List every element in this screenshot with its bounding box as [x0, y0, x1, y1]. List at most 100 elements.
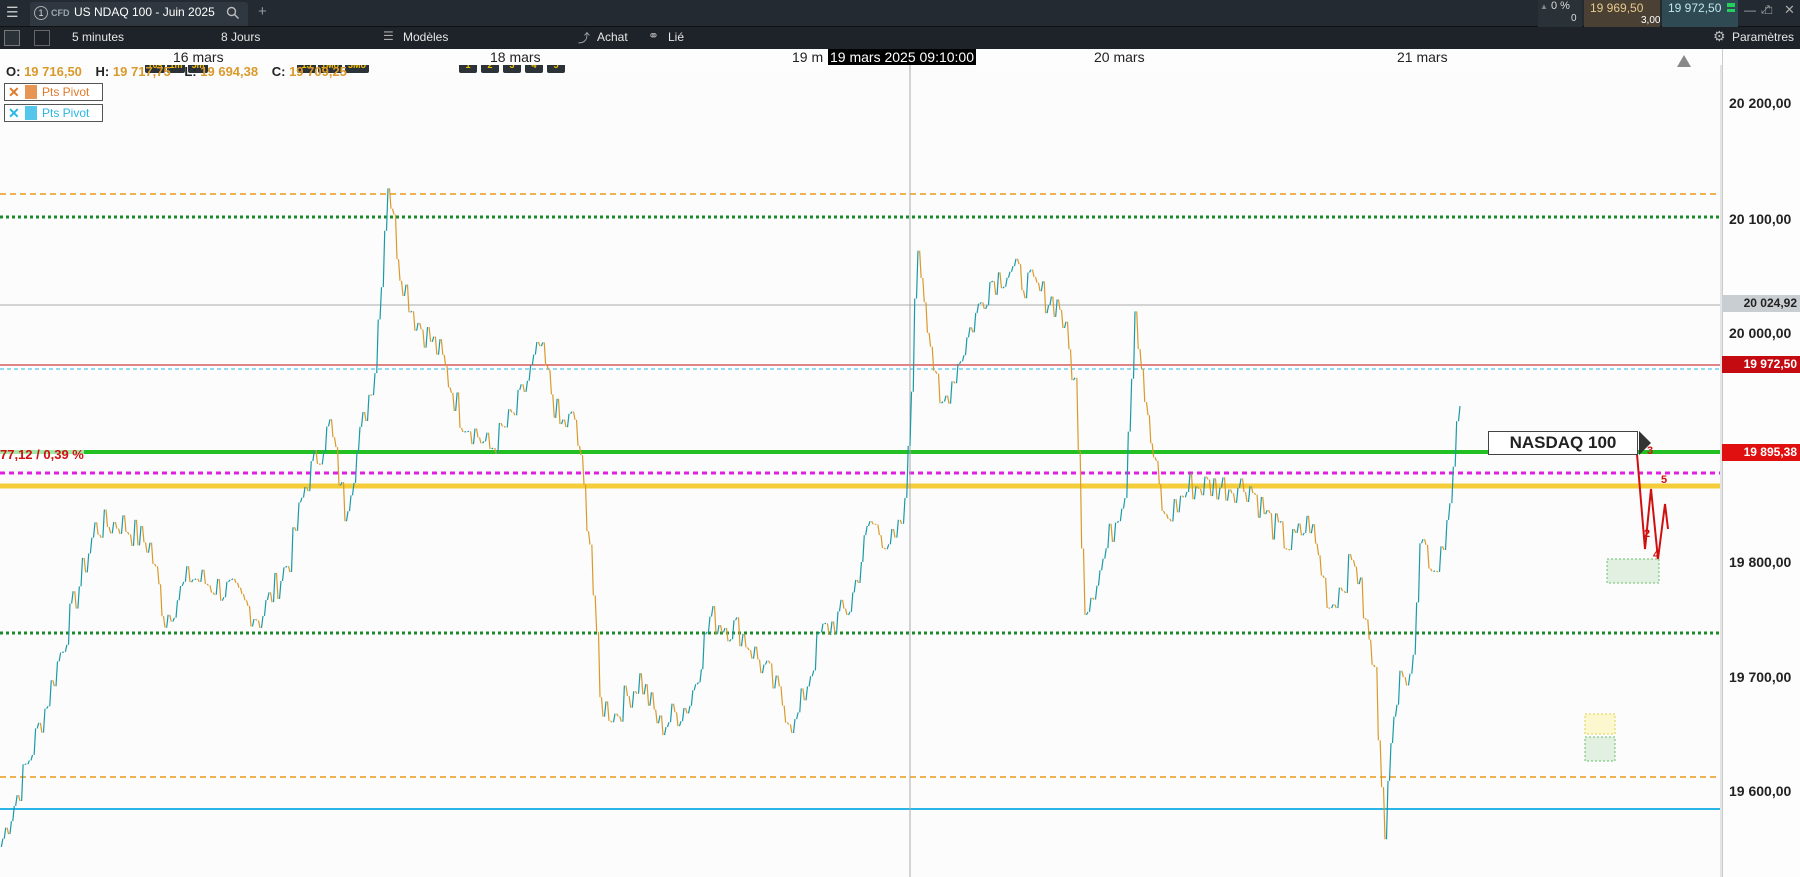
price-segment	[1139, 349, 1143, 369]
price-segment	[1092, 597, 1095, 600]
price-segment	[970, 327, 974, 333]
visibility-icon[interactable]	[25, 85, 37, 99]
price-segment	[808, 676, 812, 687]
hamburger-icon[interactable]: ☰	[6, 4, 19, 21]
remove-icon[interactable]: ✕	[8, 105, 20, 121]
price-segment	[996, 272, 1000, 295]
price-segment	[549, 370, 553, 395]
price-segment	[385, 188, 389, 231]
models-button[interactable]: Modèles	[403, 30, 448, 44]
price-tick: 20 200,00	[1729, 95, 1792, 111]
price-segment	[484, 432, 488, 442]
time-label: 21 mars	[1397, 49, 1448, 65]
price-chart[interactable]	[0, 49, 1800, 877]
price-segment	[987, 281, 991, 306]
price-segment	[15, 795, 18, 806]
price-segment	[1302, 532, 1305, 536]
price-segment	[1002, 286, 1005, 289]
settings-button[interactable]: Paramètres	[1732, 30, 1794, 44]
add-tab-button[interactable]: +	[258, 3, 267, 20]
price-segment	[1217, 487, 1221, 500]
search-icon[interactable]	[226, 6, 240, 20]
price-segment	[1296, 523, 1300, 533]
price-segment	[979, 301, 982, 305]
range-select[interactable]: 8 Jours	[221, 30, 260, 44]
models-icon[interactable]: ☰	[383, 29, 394, 43]
price-segment	[1202, 476, 1206, 496]
price-segment	[946, 395, 950, 404]
price-segment	[156, 566, 160, 585]
price-segment	[512, 412, 516, 416]
buy-icon[interactable]: ⤴	[578, 29, 590, 46]
price-segment	[1401, 670, 1404, 678]
gear-icon[interactable]: ⚙	[1713, 28, 1726, 45]
price-segment	[774, 675, 777, 689]
price-segment	[194, 578, 197, 581]
price-segment	[1322, 575, 1325, 579]
price-segment	[835, 611, 839, 634]
price-segment	[257, 620, 261, 629]
status-indicator-2	[1727, 9, 1735, 12]
price-segment	[1346, 554, 1350, 593]
price-segment	[455, 392, 458, 411]
price-segment	[77, 586, 80, 609]
price-segment	[660, 715, 664, 736]
price-segment	[749, 649, 753, 659]
price-segment	[64, 644, 68, 652]
alert-bell-icon[interactable]	[1677, 55, 1691, 67]
price-segment	[197, 578, 200, 583]
price-segment	[999, 272, 1003, 289]
price-segment	[1388, 743, 1392, 781]
price-segment	[534, 341, 538, 355]
price-segment	[1022, 290, 1026, 299]
price-segment	[363, 411, 367, 422]
price-segment	[1072, 377, 1076, 381]
price-segment	[27, 760, 30, 765]
indicator-pivot-2[interactable]: ✕ Pts Pivot	[4, 104, 103, 122]
price-segment	[557, 398, 561, 425]
time-label: 16 mars	[173, 49, 224, 65]
minimize-icon[interactable]: —	[1744, 3, 1756, 17]
list-icon[interactable]	[4, 30, 20, 46]
price-segment	[1285, 547, 1288, 550]
wave-label: 4	[1653, 549, 1660, 561]
buy-button[interactable]: Achat	[597, 30, 628, 44]
price-segment	[743, 633, 747, 648]
price-segment	[1142, 368, 1146, 403]
price-segment	[1205, 476, 1209, 480]
price-axis[interactable]: 20 200,00 20 100,00 20 000,00 19 800,00 …	[1722, 49, 1800, 877]
price-segment	[847, 611, 851, 616]
price-segment	[1101, 558, 1104, 571]
price-segment	[1441, 546, 1445, 551]
price-segment	[260, 615, 264, 629]
detach-icon[interactable]: □	[1765, 3, 1772, 17]
instrument-label[interactable]: NASDAQ 100	[1488, 431, 1638, 455]
price-segment	[941, 401, 944, 404]
price-segment	[832, 621, 836, 634]
price-segment	[1454, 421, 1458, 467]
last-price-marker: 19 972,50	[1722, 356, 1800, 373]
price-segment	[6, 827, 10, 835]
price-segment	[928, 332, 932, 347]
price-segment	[172, 617, 175, 622]
price-segment	[1040, 281, 1044, 292]
tab-title: US NDAQ 100 - Juin 2025	[74, 5, 215, 19]
price-segment	[278, 580, 282, 599]
chart-area[interactable]: 16 mars 18 mars 19 m 20 mars 21 mars 19 …	[0, 49, 1800, 877]
instrument-tab[interactable]: 1 CFD US NDAQ 100 - Juin 2025	[30, 2, 248, 26]
price-segment	[902, 497, 906, 524]
layout-icon[interactable]	[34, 30, 50, 46]
link-icon[interactable]: ⚭	[648, 28, 659, 44]
linked-button[interactable]: Lié	[668, 30, 684, 44]
price-segment	[1288, 548, 1291, 551]
remove-icon[interactable]: ✕	[8, 84, 20, 100]
indicator-pivot-1[interactable]: ✕ Pts Pivot	[4, 83, 103, 101]
visibility-icon[interactable]	[25, 106, 37, 120]
time-label: 20 mars	[1094, 49, 1145, 65]
price-segment	[1136, 311, 1139, 350]
price-segment	[153, 563, 157, 567]
close-icon[interactable]: ✕	[1784, 2, 1795, 18]
price-segment	[705, 631, 708, 635]
interval-select[interactable]: 5 minutes	[72, 30, 124, 44]
price-segment	[248, 605, 252, 627]
